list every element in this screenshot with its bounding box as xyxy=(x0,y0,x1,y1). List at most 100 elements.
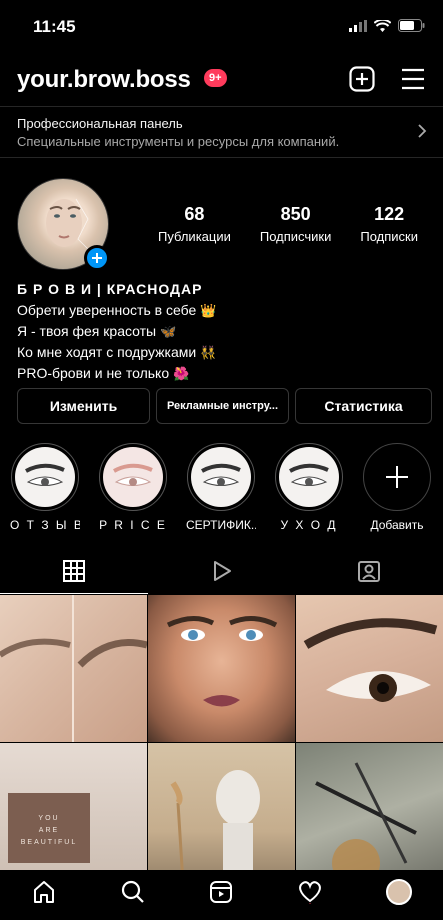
profile-name: Б Р О В И | КРАСНОДАР xyxy=(17,281,203,297)
stat-label: Подписки xyxy=(360,229,418,244)
highlight-label: P R I C E xyxy=(99,518,167,532)
status-time: 11:45 xyxy=(33,17,76,36)
highlight-cover xyxy=(191,447,251,507)
play-icon xyxy=(213,560,231,581)
highlight-ring xyxy=(11,443,79,511)
nav-activity[interactable] xyxy=(290,872,330,912)
profile-stats: 68 Публикации 850 Подписчики 122 Подписк… xyxy=(158,204,418,244)
search-icon xyxy=(121,880,144,903)
highlight-label: Добавить xyxy=(370,518,424,532)
tab-tagged[interactable] xyxy=(295,548,443,594)
edit-profile-button[interactable]: Изменить xyxy=(17,388,150,424)
post-thumbnail[interactable] xyxy=(296,595,443,742)
eye-brow-icon xyxy=(113,463,153,486)
flower-icon: 🌺 xyxy=(173,366,190,381)
butterfly-icon: 🦋 xyxy=(160,324,177,339)
create-post-icon[interactable] xyxy=(349,66,375,92)
chevron-right-icon xyxy=(418,124,427,138)
stat-value: 850 xyxy=(280,204,311,224)
pro-panel-title: Профессиональная панель xyxy=(17,116,183,131)
heart-icon xyxy=(299,881,321,904)
plus-icon xyxy=(386,466,408,488)
post-overlay-text: YOU ARE BEAUTIFUL xyxy=(8,793,90,863)
add-highlight[interactable]: Добавить xyxy=(362,443,432,532)
professional-dashboard[interactable]: Профессиональная панель Специальные инст… xyxy=(0,106,443,158)
post-thumbnail[interactable] xyxy=(296,743,443,890)
reels-icon xyxy=(210,881,233,903)
pro-panel-subtitle: Специальные инструменты и ресурсы для ко… xyxy=(17,134,340,149)
add-story-button[interactable] xyxy=(84,245,110,271)
highlight-ring xyxy=(187,443,255,511)
notification-badge[interactable]: 9+ xyxy=(204,69,227,87)
stat-followers[interactable]: 850 Подписчики xyxy=(260,204,332,244)
menu-icon[interactable] xyxy=(401,68,425,90)
tagged-icon xyxy=(358,560,381,582)
dancers-icon: 👯 xyxy=(200,345,217,360)
highlight-ring xyxy=(275,443,343,511)
bottom-navigation xyxy=(0,870,443,920)
home-icon xyxy=(34,881,55,903)
stat-label: Подписчики xyxy=(259,229,332,244)
highlight-care[interactable]: У Х О Д xyxy=(274,443,344,532)
nav-profile[interactable] xyxy=(379,872,419,912)
story-highlights: О Т З Ы В Ы P R I C E СЕРТИФИК xyxy=(10,443,432,532)
highlight-reviews[interactable]: О Т З Ы В Ы xyxy=(10,443,80,532)
highlight-cover xyxy=(15,447,75,507)
highlight-label: О Т З Ы В Ы xyxy=(10,518,80,532)
signal-icon xyxy=(349,19,367,32)
bio-text: PRO-брови и не только xyxy=(17,365,170,381)
wifi-icon xyxy=(374,19,391,32)
eye-brow-icon xyxy=(25,463,65,486)
bio-text: Ко мне ходят с подружками xyxy=(17,344,197,360)
tile-word: ARE xyxy=(38,827,60,834)
nav-home[interactable] xyxy=(24,872,64,912)
tile-word: BEAUTIFUL xyxy=(20,839,78,846)
status-icons xyxy=(349,19,425,32)
tab-grid[interactable] xyxy=(0,548,148,594)
highlight-label: СЕРТИФИК... xyxy=(186,518,256,532)
highlight-ring xyxy=(99,443,167,511)
profile-bio: Б Р О В И | КРАСНОДАР Обрети уверенность… xyxy=(17,279,216,384)
content-tabs xyxy=(0,548,443,594)
highlight-label: У Х О Д xyxy=(280,518,338,532)
stat-value: 68 xyxy=(184,204,205,224)
posts-grid: YOU ARE BEAUTIFUL xyxy=(0,595,443,890)
stat-value: 122 xyxy=(374,204,405,224)
post-thumbnail[interactable] xyxy=(148,595,295,742)
highlight-certificates[interactable]: СЕРТИФИК... xyxy=(186,443,256,532)
tile-word: YOU xyxy=(38,815,60,822)
tab-reels[interactable] xyxy=(148,548,296,594)
profile-avatar-container[interactable] xyxy=(17,178,110,271)
status-bar: 11:45 xyxy=(0,0,443,52)
crown-icon: 👑 xyxy=(200,303,217,318)
stat-following[interactable]: 122 Подписки xyxy=(360,204,418,244)
bio-text: Я - твоя фея красоты xyxy=(17,323,157,339)
battery-icon xyxy=(398,19,425,32)
bio-line: Обрети уверенность в себе 👑 xyxy=(17,300,216,321)
profile-avatar-icon xyxy=(385,879,412,905)
profile-actions: Изменить Рекламные инстру... Статистика xyxy=(17,388,432,424)
grid-icon xyxy=(62,559,85,582)
plus-icon xyxy=(92,253,102,263)
post-thumbnail[interactable] xyxy=(0,595,147,742)
nav-reels[interactable] xyxy=(201,872,241,912)
profile-header: your.brow.boss 9+ xyxy=(0,58,443,102)
ad-tools-button[interactable]: Рекламные инстру... xyxy=(156,388,289,424)
stat-posts[interactable]: 68 Публикации xyxy=(158,204,231,244)
add-highlight-button[interactable] xyxy=(363,443,431,511)
post-thumbnail[interactable] xyxy=(148,743,295,890)
highlight-cover xyxy=(279,447,339,507)
bio-text: Обрети уверенность в себе xyxy=(17,302,197,318)
nav-search[interactable] xyxy=(113,872,153,912)
eye-brow-icon xyxy=(289,463,329,486)
highlight-cover xyxy=(103,447,163,507)
username[interactable]: your.brow.boss xyxy=(17,66,191,94)
bio-line: PRO-брови и не только 🌺 xyxy=(17,363,216,384)
bio-line: Ко мне ходят с подружками 👯 xyxy=(17,342,216,363)
eye-brow-icon xyxy=(201,463,241,486)
insights-button[interactable]: Статистика xyxy=(295,388,432,424)
highlight-price[interactable]: P R I C E xyxy=(98,443,168,532)
post-thumbnail[interactable]: YOU ARE BEAUTIFUL xyxy=(0,743,147,890)
bio-line: Я - твоя фея красоты 🦋 xyxy=(17,321,216,342)
stat-label: Публикации xyxy=(158,229,231,244)
